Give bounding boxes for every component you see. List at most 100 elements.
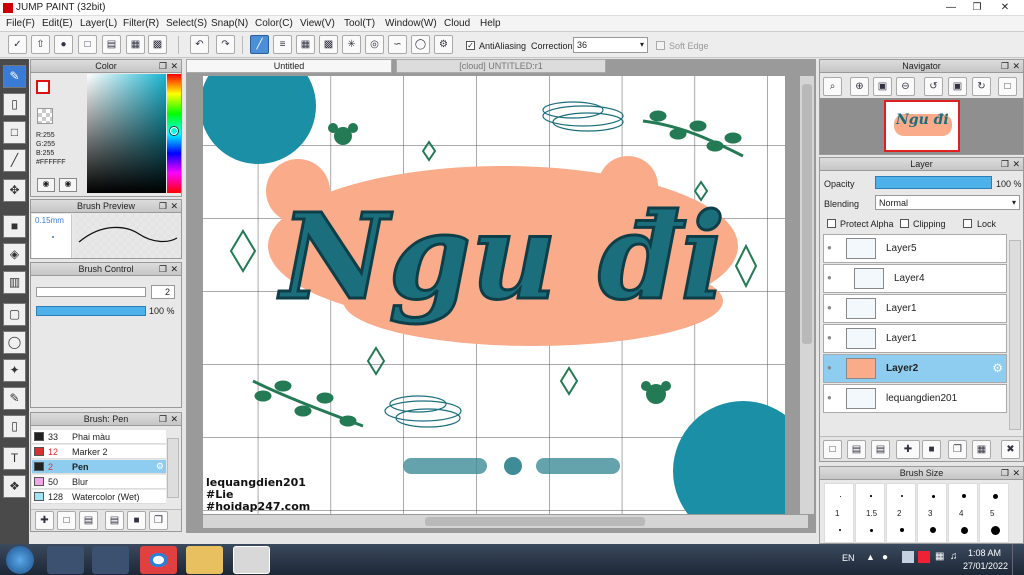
layer-visibility-icon[interactable]: ● <box>827 303 837 313</box>
redo-icon[interactable]: ↷ <box>216 35 235 54</box>
text-tool-icon[interactable]: T <box>3 447 26 470</box>
delete-layer-icon[interactable]: ✖ <box>1001 440 1020 459</box>
chrome-icon[interactable] <box>140 546 177 574</box>
menu-color[interactable]: Color(C) <box>255 18 293 29</box>
close-icon[interactable]: ✕ <box>170 413 178 426</box>
merge-layer-icon[interactable]: ▦ <box>972 440 991 459</box>
brush-size-cell[interactable]: 1.5 <box>855 483 885 543</box>
menu-select[interactable]: Select(S) <box>166 18 207 29</box>
tray-volume-icon[interactable]: ♫ <box>950 551 958 562</box>
brush-list-item[interactable]: 50 Blur <box>32 475 166 489</box>
brush-size-input[interactable]: 2 <box>151 285 175 299</box>
lock-checkbox[interactable] <box>963 219 972 228</box>
brush-size-cell[interactable]: 5 <box>979 483 1009 543</box>
layer-row[interactable]: ● Layer1 <box>823 294 1007 323</box>
clock-time[interactable]: 1:08 AM <box>968 548 1001 558</box>
brush-size-cell[interactable]: 3 <box>917 483 947 543</box>
close-icon[interactable]: ✕ <box>170 60 178 73</box>
horizontal-scrollbar[interactable] <box>203 515 808 528</box>
brush-list-item[interactable]: 33 Phai màu <box>32 430 166 444</box>
brush-size-cell[interactable]: 4 <box>948 483 978 543</box>
tray-flag-icon[interactable] <box>902 551 914 563</box>
tray-arrow-icon[interactable]: ▲ <box>866 552 875 562</box>
select-lasso-icon[interactable]: ◯ <box>3 331 26 354</box>
check-icon[interactable]: ✓ <box>8 35 27 54</box>
brush-settings-icon[interactable]: ▤ <box>105 511 124 530</box>
jumppaint-taskbar-icon[interactable] <box>233 546 270 574</box>
close-icon[interactable]: ✕ <box>170 200 178 213</box>
close-icon[interactable]: ✕ <box>990 0 1020 16</box>
rotate-right-icon[interactable]: ↻ <box>972 77 991 96</box>
close-icon[interactable]: ✕ <box>1012 467 1020 480</box>
snap-off-icon[interactable]: ╱ <box>250 35 269 54</box>
restore-icon[interactable]: ❐ <box>964 0 990 16</box>
pen-tool-icon[interactable]: ✎ <box>3 65 26 88</box>
hue-handle[interactable] <box>170 127 178 135</box>
saturation-value-picker[interactable] <box>87 74 166 193</box>
menu-snap[interactable]: Snap(N) <box>211 18 248 29</box>
snap-curve-icon[interactable]: ∽ <box>388 35 407 54</box>
picker-icon[interactable]: ◉ <box>59 178 77 192</box>
menu-help[interactable]: Help <box>480 18 501 29</box>
layer-row[interactable]: ● Layer4 <box>823 264 1007 293</box>
close-icon[interactable]: ✕ <box>1012 158 1020 171</box>
drawing-canvas[interactable]: Ngu đi lequangdien201 #Lie #hoidap247.co… <box>203 76 785 514</box>
menu-layer[interactable]: Layer(L) <box>80 18 117 29</box>
tray-v-icon[interactable] <box>918 551 930 563</box>
gear-icon[interactable]: ⚙ <box>992 361 1003 375</box>
eyedropper-icon[interactable]: ❖ <box>3 475 26 498</box>
layer-row[interactable]: ● Layer5 <box>823 234 1007 263</box>
page-icon[interactable]: ▦ <box>126 35 145 54</box>
language-indicator[interactable]: EN <box>842 553 855 563</box>
rotate-left-icon[interactable]: ↺ <box>924 77 943 96</box>
copy-layer-icon[interactable]: ▤ <box>847 440 866 459</box>
layer-visibility-icon[interactable]: ● <box>827 363 837 373</box>
export-icon[interactable]: ⇧ <box>31 35 50 54</box>
brush-size-slider[interactable] <box>36 287 146 297</box>
layer-visibility-icon[interactable]: ● <box>827 333 837 343</box>
transparent-swatch[interactable] <box>37 108 53 124</box>
media-player-icon[interactable] <box>47 546 84 574</box>
select-eraser-icon[interactable]: ▯ <box>3 415 26 438</box>
message-icon[interactable]: □ <box>78 35 97 54</box>
new-layer-icon[interactable]: □ <box>823 440 842 459</box>
zoom-actual-icon[interactable]: ▣ <box>873 77 892 96</box>
explorer-icon[interactable] <box>186 546 223 574</box>
minimize-icon[interactable]: — <box>938 0 964 16</box>
brush-menu-icon[interactable]: ▤ <box>79 511 98 530</box>
app-green-icon[interactable] <box>92 546 129 574</box>
clipping-checkbox[interactable] <box>900 219 909 228</box>
move-tool-icon[interactable]: ✥ <box>3 179 26 202</box>
layer-blending-select[interactable]: Normal ▾ <box>875 195 1020 210</box>
magic-wand-icon[interactable]: ✦ <box>3 359 26 382</box>
brush-copy-icon[interactable]: ❐ <box>149 511 168 530</box>
brush-opacity-slider[interactable] <box>36 306 146 316</box>
snap-circle-icon[interactable]: ◎ <box>365 35 384 54</box>
menu-tool[interactable]: Tool(T) <box>344 18 375 29</box>
tab-untitled[interactable]: Untitled <box>186 59 392 73</box>
select-pen-icon[interactable]: ✎ <box>3 387 26 410</box>
layer-visibility-icon[interactable]: ● <box>827 243 837 253</box>
menu-file[interactable]: File(F) <box>6 18 35 29</box>
brush-folder-icon[interactable]: ■ <box>127 511 146 530</box>
protect-alpha-checkbox[interactable] <box>827 219 836 228</box>
zoom-out-icon[interactable]: ⊖ <box>896 77 915 96</box>
snap-settings-icon[interactable]: ⚙ <box>434 35 453 54</box>
menu-view[interactable]: View(V) <box>300 18 335 29</box>
rotate-reset-icon[interactable]: ▣ <box>948 77 967 96</box>
brush-list-item[interactable]: 12 Marker 2 <box>32 445 166 459</box>
horizontal-scroll-thumb[interactable] <box>425 517 645 526</box>
brush-list-scrollbar[interactable] <box>167 438 179 498</box>
primary-color-swatch[interactable] <box>36 80 50 94</box>
menu-cloud[interactable]: Cloud <box>444 18 470 29</box>
clock-date[interactable]: 27/01/2022 <box>963 561 1008 571</box>
add-brush-icon[interactable]: ✚ <box>35 511 54 530</box>
layer-folder-icon[interactable]: ■ <box>922 440 941 459</box>
gear-icon[interactable]: ⚙ <box>156 461 164 472</box>
snap-parallel-icon[interactable]: ≡ <box>273 35 292 54</box>
hue-slider[interactable] <box>167 74 181 193</box>
new-brush-icon[interactable]: □ <box>57 511 76 530</box>
layer-row[interactable]: ● lequangdien201 <box>823 384 1007 413</box>
layer-row[interactable]: ● Layer1 <box>823 324 1007 353</box>
layer-visibility-icon[interactable]: ● <box>827 393 837 403</box>
